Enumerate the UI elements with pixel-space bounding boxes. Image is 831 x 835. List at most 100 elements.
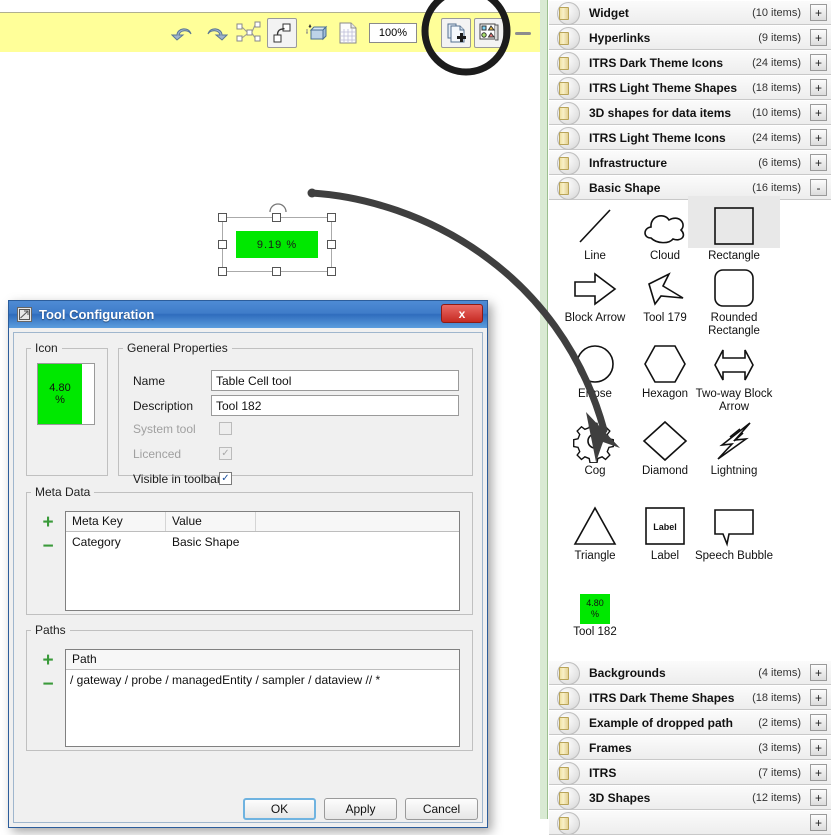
meta-data-legend: Meta Data — [35, 485, 91, 499]
resize-handle-n[interactable] — [272, 213, 281, 222]
folder-row-bottom-0[interactable]: Backgrounds (4 items) + — [549, 660, 831, 685]
align-nodes-icon[interactable] — [234, 18, 264, 48]
system-tool-checkbox[interactable] — [219, 422, 232, 435]
folder-expand-button[interactable]: + — [810, 664, 827, 681]
folder-name: Infrastructure — [589, 155, 668, 170]
folder-item-count: (24 items) — [752, 56, 801, 69]
folder-row-bottom-1[interactable]: ITRS Dark Theme Shapes (18 items) + — [549, 685, 831, 710]
folder-expand-button[interactable]: + — [810, 814, 827, 831]
icon-preview[interactable]: 4.80 % — [37, 363, 95, 425]
folder-row-bottom-5[interactable]: 3D Shapes (12 items) + — [549, 785, 831, 810]
folder-row-top-5[interactable]: ITRS Light Theme Icons (24 items) + — [549, 125, 831, 150]
table-cell-shape[interactable]: 9.19 % — [236, 231, 318, 258]
resize-handle-nw[interactable] — [218, 213, 227, 222]
connector-icon[interactable] — [267, 17, 297, 48]
folder-icon — [557, 27, 580, 50]
folder-expand-button[interactable]: + — [810, 129, 827, 146]
description-label: Description — [133, 399, 194, 413]
resize-handle-ne[interactable] — [327, 213, 336, 222]
meta-remove-button[interactable]: − — [39, 537, 57, 556]
paths-legend: Paths — [35, 623, 66, 637]
shape-item-lightning-shape[interactable]: Lightning — [688, 411, 780, 478]
close-icon[interactable]: x — [441, 304, 483, 323]
dialog-app-icon — [17, 307, 32, 322]
cancel-button[interactable]: Cancel — [405, 798, 478, 820]
resize-handle-se[interactable] — [327, 267, 336, 276]
folder-row-top-4[interactable]: 3D shapes for data items (10 items) + — [549, 100, 831, 125]
folder-row-bottom-4[interactable]: ITRS (7 items) + — [549, 760, 831, 785]
dialog-titlebar[interactable]: Tool Configuration x — [9, 301, 487, 328]
folder-row-bottom-partial-6[interactable]: + — [549, 810, 831, 835]
folder-expand-button[interactable]: + — [810, 79, 827, 96]
shape-palette-icon[interactable] — [474, 17, 504, 48]
paths-table[interactable]: Path / gateway / probe / managedEntity /… — [65, 649, 460, 747]
path-remove-button[interactable]: − — [39, 675, 57, 694]
folder-expand-button[interactable]: + — [810, 4, 827, 21]
folder-expand-button[interactable]: + — [810, 154, 827, 171]
shapes-panel[interactable]: Widget (10 items) + Hyperlinks (9 items) + ITR… — [540, 0, 831, 835]
resize-handle-e[interactable] — [327, 240, 336, 249]
meta-col-value: Value — [166, 512, 256, 531]
zoom-level-input[interactable]: 100% — [369, 22, 417, 43]
folder-expand-button[interactable]: + — [810, 764, 827, 781]
folder-row-top-6[interactable]: Infrastructure (6 items) + — [549, 150, 831, 175]
folder-icon — [557, 812, 580, 834]
path-add-button[interactable]: + — [39, 651, 57, 670]
folder-icon — [557, 687, 580, 710]
shape-item-rectangle-shape[interactable]: Rectangle — [688, 196, 780, 263]
tool-configuration-dialog[interactable]: Tool Configuration x Icon 4.80 % General… — [8, 300, 488, 828]
chevron-down-icon[interactable]: ▼ — [417, 23, 433, 43]
resize-handle-w[interactable] — [218, 240, 227, 249]
meta-add-button[interactable]: + — [39, 513, 57, 532]
folder-row-top-3[interactable]: ITRS Light Theme Shapes (18 items) + — [549, 75, 831, 100]
insert-3d-icon[interactable] — [300, 18, 330, 48]
system-tool-label: System tool — [133, 422, 196, 436]
grid-page-icon[interactable] — [333, 18, 363, 48]
meta-data-table[interactable]: Meta Key Value Category Basic Shape — [65, 511, 460, 611]
folder-expand-button[interactable]: + — [810, 739, 827, 756]
folder-expand-button[interactable]: + — [810, 54, 827, 71]
folder-expand-button[interactable]: + — [810, 29, 827, 46]
folder-row-top-2[interactable]: ITRS Dark Theme Icons (24 items) + — [549, 50, 831, 75]
shape-item-rounded-rectangle-shape[interactable]: Rounded Rectangle — [688, 258, 780, 338]
folder-expand-button[interactable]: + — [810, 689, 827, 706]
visible-in-toolbar-checkbox[interactable]: ✓ — [219, 472, 232, 485]
folder-icon — [557, 762, 580, 785]
ok-button[interactable]: OK — [243, 798, 316, 820]
folder-expand-button[interactable]: + — [810, 104, 827, 121]
folder-item-count: (10 items) — [752, 6, 801, 19]
minimize-icon[interactable] — [512, 23, 534, 43]
shape-item-tool-182-shape[interactable]: 4.80% Tool 182 — [549, 572, 641, 639]
folder-expand-button[interactable]: + — [810, 714, 827, 731]
shape-item-two-way-block-arrow-shape[interactable]: Two-way Block Arrow — [688, 334, 780, 414]
panel-scroll-strip[interactable] — [540, 0, 548, 819]
apply-button[interactable]: Apply — [324, 798, 397, 820]
folder-row-bottom-2[interactable]: Example of dropped path (2 items) + — [549, 710, 831, 735]
resize-handle-sw[interactable] — [218, 267, 227, 276]
redo-icon[interactable] — [201, 18, 231, 48]
folder-expand-button[interactable]: + — [810, 789, 827, 806]
table-row[interactable]: Category Basic Shape — [66, 532, 459, 552]
rotate-handle-icon[interactable] — [268, 199, 288, 213]
folder-row-top-1[interactable]: Hyperlinks (9 items) + — [549, 25, 831, 50]
folder-expand-button[interactable]: - — [810, 179, 827, 196]
name-input[interactable]: Table Cell tool — [211, 370, 459, 391]
resize-handle-s[interactable] — [272, 267, 281, 276]
folder-icon — [557, 52, 580, 75]
folder-row-bottom-3[interactable]: Frames (3 items) + — [549, 735, 831, 760]
folder-icon — [557, 77, 580, 100]
folder-icon — [557, 712, 580, 735]
speech-bubble-shape-icon — [688, 496, 780, 548]
folder-item-count: (2 items) — [758, 716, 801, 729]
licenced-checkbox[interactable]: ✓ — [219, 447, 232, 460]
folder-item-count: (7 items) — [758, 766, 801, 779]
new-tool-icon[interactable] — [441, 17, 471, 48]
shape-grid[interactable]: Line Cloud Rectangle Block Arrow Tool 179 Rou… — [549, 196, 831, 660]
description-input[interactable]: Tool 182 — [211, 395, 459, 416]
undo-icon[interactable] — [168, 18, 198, 48]
shape-label: Speech Bubble — [694, 550, 773, 562]
folder-row-top-0[interactable]: Widget (10 items) + — [549, 0, 831, 25]
selected-shape-group[interactable]: 9.19 % — [218, 203, 336, 276]
shape-item-speech-bubble-shape[interactable]: Speech Bubble — [688, 496, 780, 563]
table-row[interactable]: / gateway / probe / managedEntity / samp… — [66, 670, 459, 690]
